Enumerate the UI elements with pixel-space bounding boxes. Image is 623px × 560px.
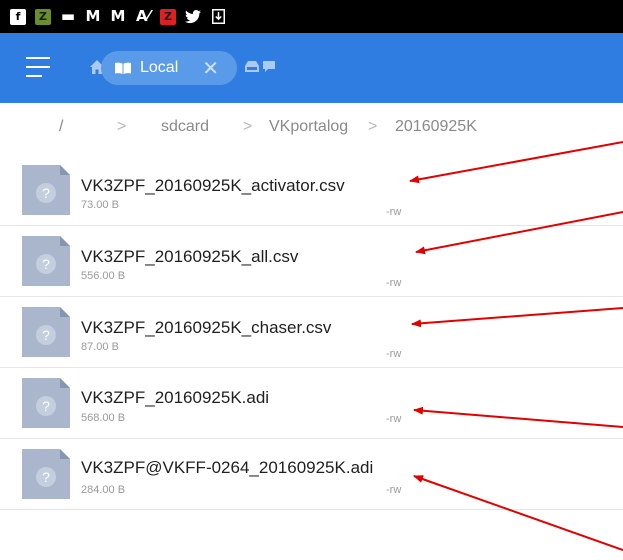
file-permissions: -rw	[386, 413, 402, 425]
breadcrumb-item-current[interactable]: 20160925K	[395, 118, 477, 136]
file-row[interactable]: ? VK3ZPF_20160925K_activator.csv 73.00 B…	[0, 155, 623, 226]
svg-text:?: ?	[42, 469, 50, 485]
unknown-file-icon: ?	[22, 378, 70, 428]
breadcrumb-separator: >	[368, 118, 378, 135]
file-name: VK3ZPF_20160925K_all.csv	[81, 247, 299, 266]
file-size: 568.00 B	[81, 412, 126, 424]
file-row[interactable]: ? VK3ZPF@VKFF-0264_20160925K.adi 284.00 …	[0, 439, 623, 510]
twitter-icon	[185, 9, 201, 25]
file-name: VK3ZPF@VKFF-0264_20160925K.adi	[81, 458, 374, 477]
tab-local[interactable]: Local ✕	[101, 51, 237, 85]
svg-text:?: ?	[42, 398, 50, 414]
file-size: 87.00 B	[81, 341, 119, 353]
app-bar: Local ✕	[0, 33, 623, 103]
file-row[interactable]: ? VK3ZPF_20160925K.adi 568.00 B -rw	[0, 368, 623, 439]
z-app-icon: Z	[160, 8, 176, 25]
svg-text:?: ?	[42, 185, 50, 201]
file-row[interactable]: ? VK3ZPF_20160925K_chaser.csv 87.00 B -r…	[0, 297, 623, 368]
file-permissions: -rw	[386, 206, 402, 218]
breadcrumb: / > sdcard > VKportalog > 20160925K	[0, 103, 623, 151]
file-row[interactable]: ? VK3ZPF_20160925K_all.csv 556.00 B -rw	[0, 226, 623, 297]
tab-local-label: Local	[140, 59, 179, 76]
breadcrumb-root[interactable]: /	[59, 118, 63, 136]
svg-text:?: ?	[42, 327, 50, 343]
breadcrumb-separator: >	[117, 118, 127, 135]
download-icon	[210, 9, 226, 25]
font-icon: A⁄	[135, 7, 151, 25]
breadcrumb-item-sdcard[interactable]: sdcard	[161, 118, 209, 136]
file-name: VK3ZPF_20160925K_chaser.csv	[81, 318, 332, 337]
image-icon: ▬	[60, 7, 76, 25]
file-size: 284.00 B	[81, 484, 126, 496]
unknown-file-icon: ?	[22, 165, 70, 215]
file-name: VK3ZPF_20160925K.adi	[81, 388, 270, 407]
file-name: VK3ZPF_20160925K_activator.csv	[81, 176, 345, 195]
facebook-icon: f	[10, 8, 26, 25]
chat-icon[interactable]	[263, 61, 275, 72]
svg-text:?: ?	[42, 256, 50, 272]
gmail-icon: M	[110, 7, 126, 25]
storage-icon[interactable]	[245, 61, 259, 72]
file-size: 73.00 B	[81, 199, 119, 211]
menu-icon[interactable]	[26, 56, 50, 78]
file-permissions: -rw	[386, 484, 402, 496]
breadcrumb-separator: >	[243, 118, 253, 135]
status-bar: f Z ▬ M M A⁄ Z	[0, 0, 623, 33]
unknown-file-icon: ?	[22, 449, 70, 499]
file-permissions: -rw	[386, 348, 402, 360]
unknown-file-icon: ?	[22, 307, 70, 357]
breadcrumb-item-vkportalog[interactable]: VKportalog	[269, 118, 348, 136]
file-size: 556.00 B	[81, 270, 126, 282]
file-permissions: -rw	[386, 277, 402, 289]
gmail-icon: M	[85, 7, 101, 25]
close-icon[interactable]: ✕	[202, 56, 219, 80]
unknown-file-icon: ?	[22, 236, 70, 286]
z-app-icon: Z	[35, 8, 51, 25]
book-icon	[115, 62, 131, 74]
